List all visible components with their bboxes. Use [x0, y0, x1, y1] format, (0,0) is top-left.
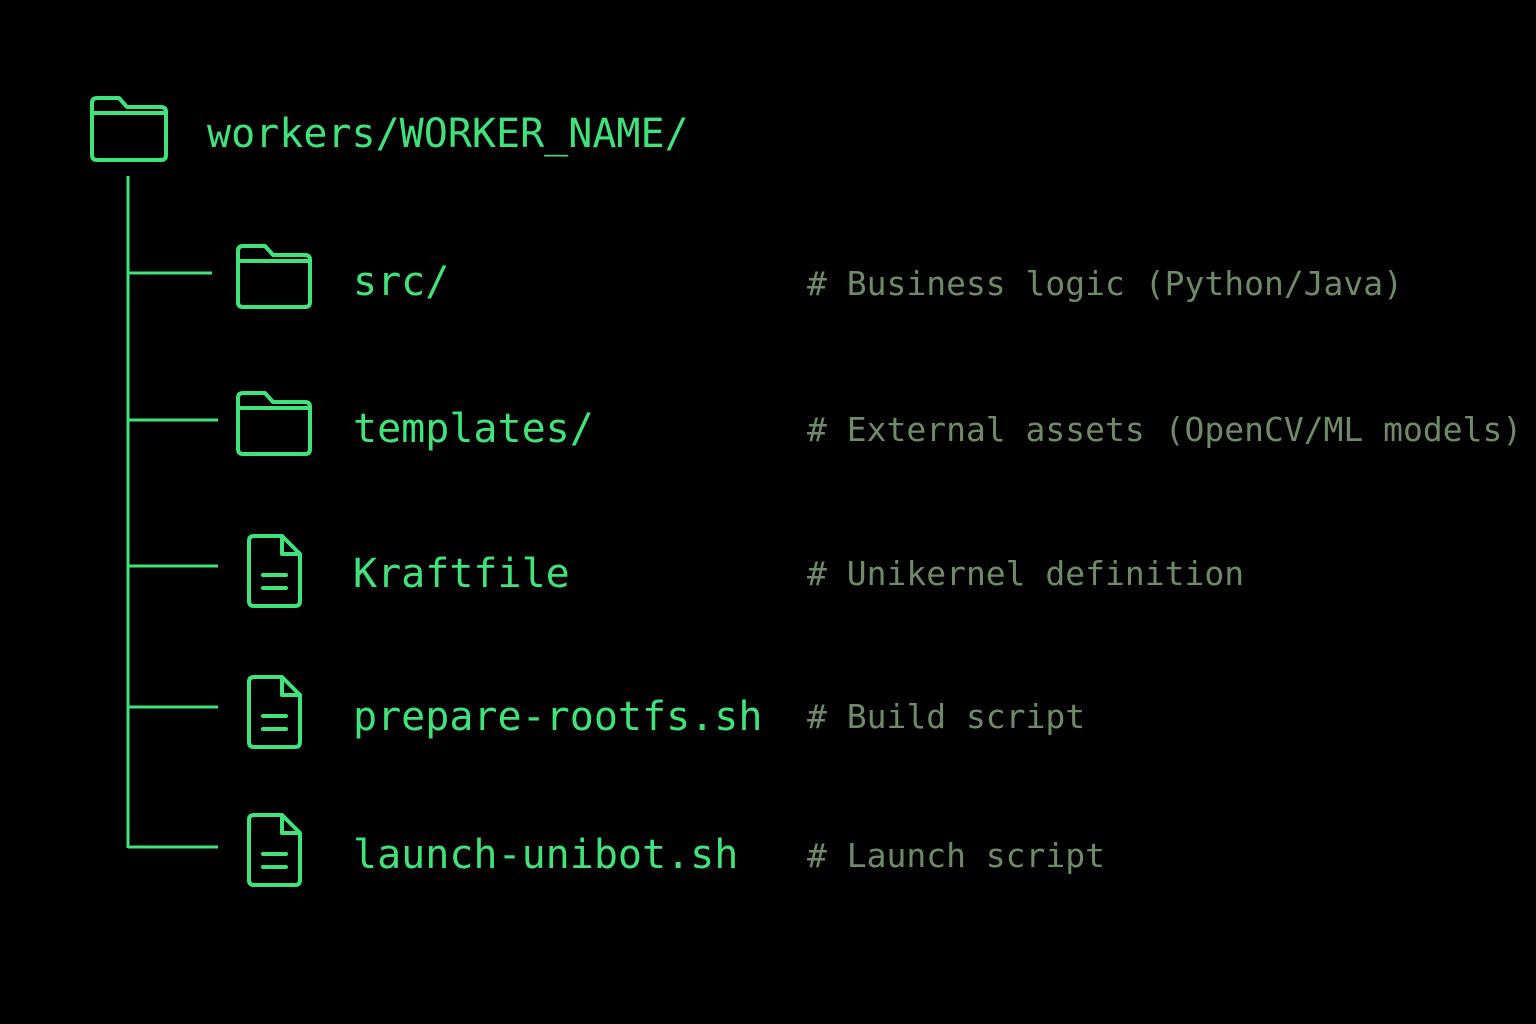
folder-icon — [236, 391, 312, 456]
file-icon — [247, 675, 302, 749]
file-icon — [247, 813, 302, 887]
entry-comment-prepare-rootfs: # Build script — [807, 697, 1086, 736]
entry-name-prepare-rootfs: prepare-rootfs.sh — [353, 694, 763, 740]
root-folder-name: workers/WORKER_NAME/ — [207, 111, 689, 157]
entry-name-src: src/ — [353, 259, 450, 305]
entry-comment-templates: # External assets (OpenCV/ML models) — [807, 410, 1523, 449]
directory-tree-diagram: workers/WORKER_NAME/ src/ # Business log… — [0, 0, 1536, 1024]
folder-icon — [236, 244, 312, 309]
entry-name-launch-unibot: launch-unibot.sh — [353, 832, 739, 878]
entry-comment-kraftfile: # Unikernel definition — [807, 554, 1245, 593]
entry-comment-launch-unibot: # Launch script — [807, 836, 1106, 875]
file-icon — [247, 534, 302, 608]
entry-comment-src: # Business logic (Python/Java) — [807, 264, 1404, 303]
entry-name-templates: templates/ — [353, 406, 594, 452]
entry-name-kraftfile: Kraftfile — [353, 551, 570, 597]
folder-icon — [90, 96, 168, 162]
